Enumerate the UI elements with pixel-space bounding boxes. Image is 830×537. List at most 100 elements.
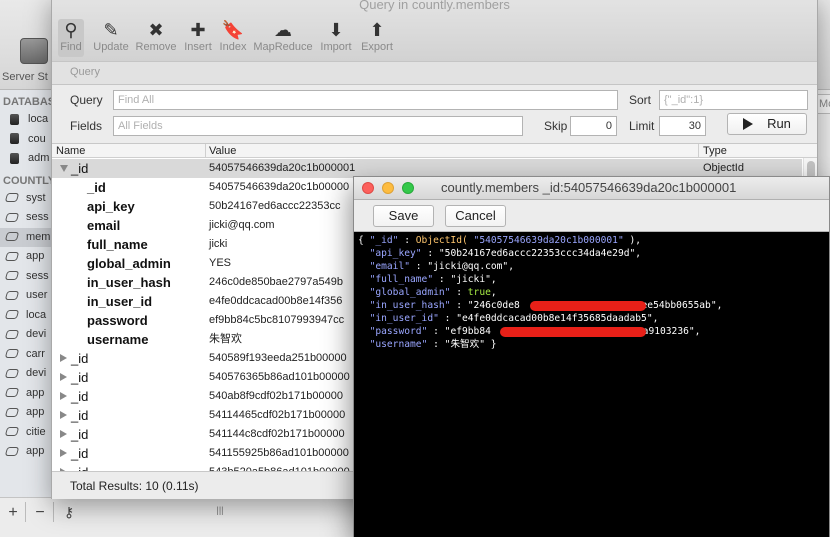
collection-icon (4, 368, 20, 378)
fields-input[interactable] (113, 116, 523, 136)
sidebar-collection-item[interactable]: app (0, 247, 51, 267)
json-key: password (375, 326, 422, 337)
row-value: 50b24167ed6accc22353cc (209, 200, 341, 212)
fields-label: Fields (70, 119, 103, 133)
minimize-window-button[interactable] (382, 182, 394, 194)
query-input[interactable] (113, 90, 618, 110)
disclosure-closed-icon[interactable] (60, 392, 67, 400)
row-name: _id (71, 408, 89, 423)
json-line: "username" : "朱智欢" } (369, 339, 497, 350)
sort-input[interactable] (659, 90, 808, 110)
row-value: 54057546639da20c1b00000 (209, 181, 350, 193)
json-key: api_key (375, 248, 416, 259)
row-name: _id (71, 370, 89, 385)
toolbar-insert-button[interactable]: ✚ Insert (182, 19, 214, 57)
server-status-icon[interactable] (6, 38, 50, 70)
sidebar-collection-item[interactable]: app (0, 384, 51, 404)
toolbar-label: Index (219, 41, 247, 53)
results-table-header: Name Value Type (52, 144, 817, 158)
sidebar-collection-item[interactable]: loca (0, 306, 51, 326)
database-sidebar: DATABAS loca cou adm COUNTLY syst sess mem app se… (0, 90, 52, 497)
save-button[interactable]: Save (373, 205, 434, 227)
toolbar-index-button[interactable]: 🔖 Index (218, 19, 248, 57)
row-value: YES (209, 257, 232, 269)
sidebar-collection-item[interactable]: citie (0, 423, 51, 443)
query-toolbar: Query in countly.members ⚲ Find ✎ Update ✖ Re… (52, 0, 817, 61)
disclosure-open-icon[interactable] (60, 165, 68, 172)
row-value: 540589f193eeda251b00000 (209, 352, 347, 364)
pencil-icon: ✎ (103, 20, 119, 40)
sidebar-collection-item[interactable]: mem (0, 227, 51, 247)
disclosure-closed-icon[interactable] (60, 430, 67, 438)
background-right-edge: Mc (816, 90, 830, 120)
document-window-title: countly.members _id:54057546639da20c1b00… (441, 180, 737, 195)
toolbar-mapreduce-button[interactable]: ☁ MapReduce (253, 19, 313, 57)
skip-input[interactable] (570, 116, 617, 136)
run-button[interactable]: Run (727, 113, 807, 135)
document-titlebar: countly.members _id:54057546639da20c1b00… (354, 177, 829, 200)
tab-query[interactable]: Query (70, 66, 100, 78)
sidebar-collection-item[interactable]: carr (0, 345, 51, 365)
close-window-button[interactable] (362, 182, 374, 194)
disclosure-closed-icon[interactable] (60, 449, 67, 457)
json-line: "api_key" : "50b24167ed6accc22353ccc34da… (369, 248, 642, 259)
sidebar-collection-item[interactable]: sess (0, 208, 51, 228)
redaction-mark (500, 327, 646, 337)
collection-icon (4, 193, 20, 203)
sidebar-database-item[interactable]: cou (0, 130, 51, 150)
row-name: global_admin (87, 256, 171, 271)
sidebar-collection-item[interactable]: sess (0, 267, 51, 287)
row-value: 540576365b86ad101b00000 (209, 371, 350, 383)
add-connection-button[interactable]: + (0, 504, 26, 522)
limit-input[interactable] (659, 116, 706, 136)
json-key: _id (375, 235, 393, 246)
toolbar-find-button[interactable]: ⚲ Find (58, 19, 84, 57)
row-value: 541144c8cdf02b171b00000 (209, 428, 345, 440)
cancel-button[interactable]: Cancel (445, 205, 506, 227)
row-value: 541155925b86ad101b00000 (209, 447, 349, 459)
sidebar-collection-item[interactable]: devi (0, 325, 51, 345)
disclosure-closed-icon[interactable] (60, 354, 67, 362)
column-header-type[interactable]: Type (703, 144, 727, 158)
json-value: "ef9bb84 (444, 326, 491, 337)
json-value-tail: 1ee54bb0655ab" (635, 300, 717, 311)
collection-icon (4, 446, 20, 456)
row-name: in_user_hash (87, 275, 171, 290)
query-tab-bar: Query (52, 61, 817, 85)
disclosure-closed-icon[interactable] (60, 411, 67, 419)
disclosure-closed-icon[interactable] (60, 373, 67, 381)
redaction-mark (530, 301, 646, 311)
toolbar-export-button[interactable]: ⬆ Export (359, 19, 395, 57)
zoom-window-button[interactable] (402, 182, 414, 194)
sidebar-collection-item[interactable]: syst (0, 189, 51, 209)
column-header-value[interactable]: Value (209, 144, 236, 158)
toolbar-label: MapReduce (253, 41, 313, 53)
sidebar-collection-item[interactable]: app (0, 403, 51, 423)
split-grip-icon[interactable]: ||| (207, 505, 233, 515)
remove-connection-button[interactable]: − (27, 504, 53, 522)
row-name: password (87, 313, 148, 328)
row-name: _id (71, 427, 89, 442)
toolbar-remove-button[interactable]: ✖ Remove (135, 19, 177, 57)
key-icon[interactable]: ⚷ (56, 504, 82, 521)
cloud-icon: ☁ (274, 20, 292, 40)
sidebar-collection-item[interactable]: user (0, 286, 51, 306)
toolbar-update-button[interactable]: ✎ Update (91, 19, 131, 57)
row-value: e4fe0ddcacad00b8e14f356 (209, 295, 343, 307)
row-value: 朱智欢 (209, 333, 242, 345)
document-editor-window: countly.members _id:54057546639da20c1b00… (353, 176, 830, 537)
sidebar-collection-item[interactable]: devi (0, 364, 51, 384)
row-value: ef9bb84c5bc8107993947cc (209, 314, 345, 326)
row-name: email (87, 218, 121, 233)
sidebar-database-item[interactable]: adm (0, 149, 51, 169)
toolbar-import-button[interactable]: ⬇ Import (318, 19, 354, 57)
sort-label: Sort (629, 93, 652, 107)
collection-icon (4, 232, 20, 242)
collection-icon (4, 427, 20, 437)
sidebar-database-item[interactable]: loca (0, 110, 51, 130)
collection-icon (4, 290, 20, 300)
column-header-name[interactable]: Name (56, 144, 85, 158)
toolbar-label: Remove (135, 41, 177, 53)
json-editor[interactable]: { "_id" : ObjectId( "54057546639da20c1b0… (354, 232, 829, 537)
sidebar-collection-item[interactable]: app (0, 442, 51, 462)
